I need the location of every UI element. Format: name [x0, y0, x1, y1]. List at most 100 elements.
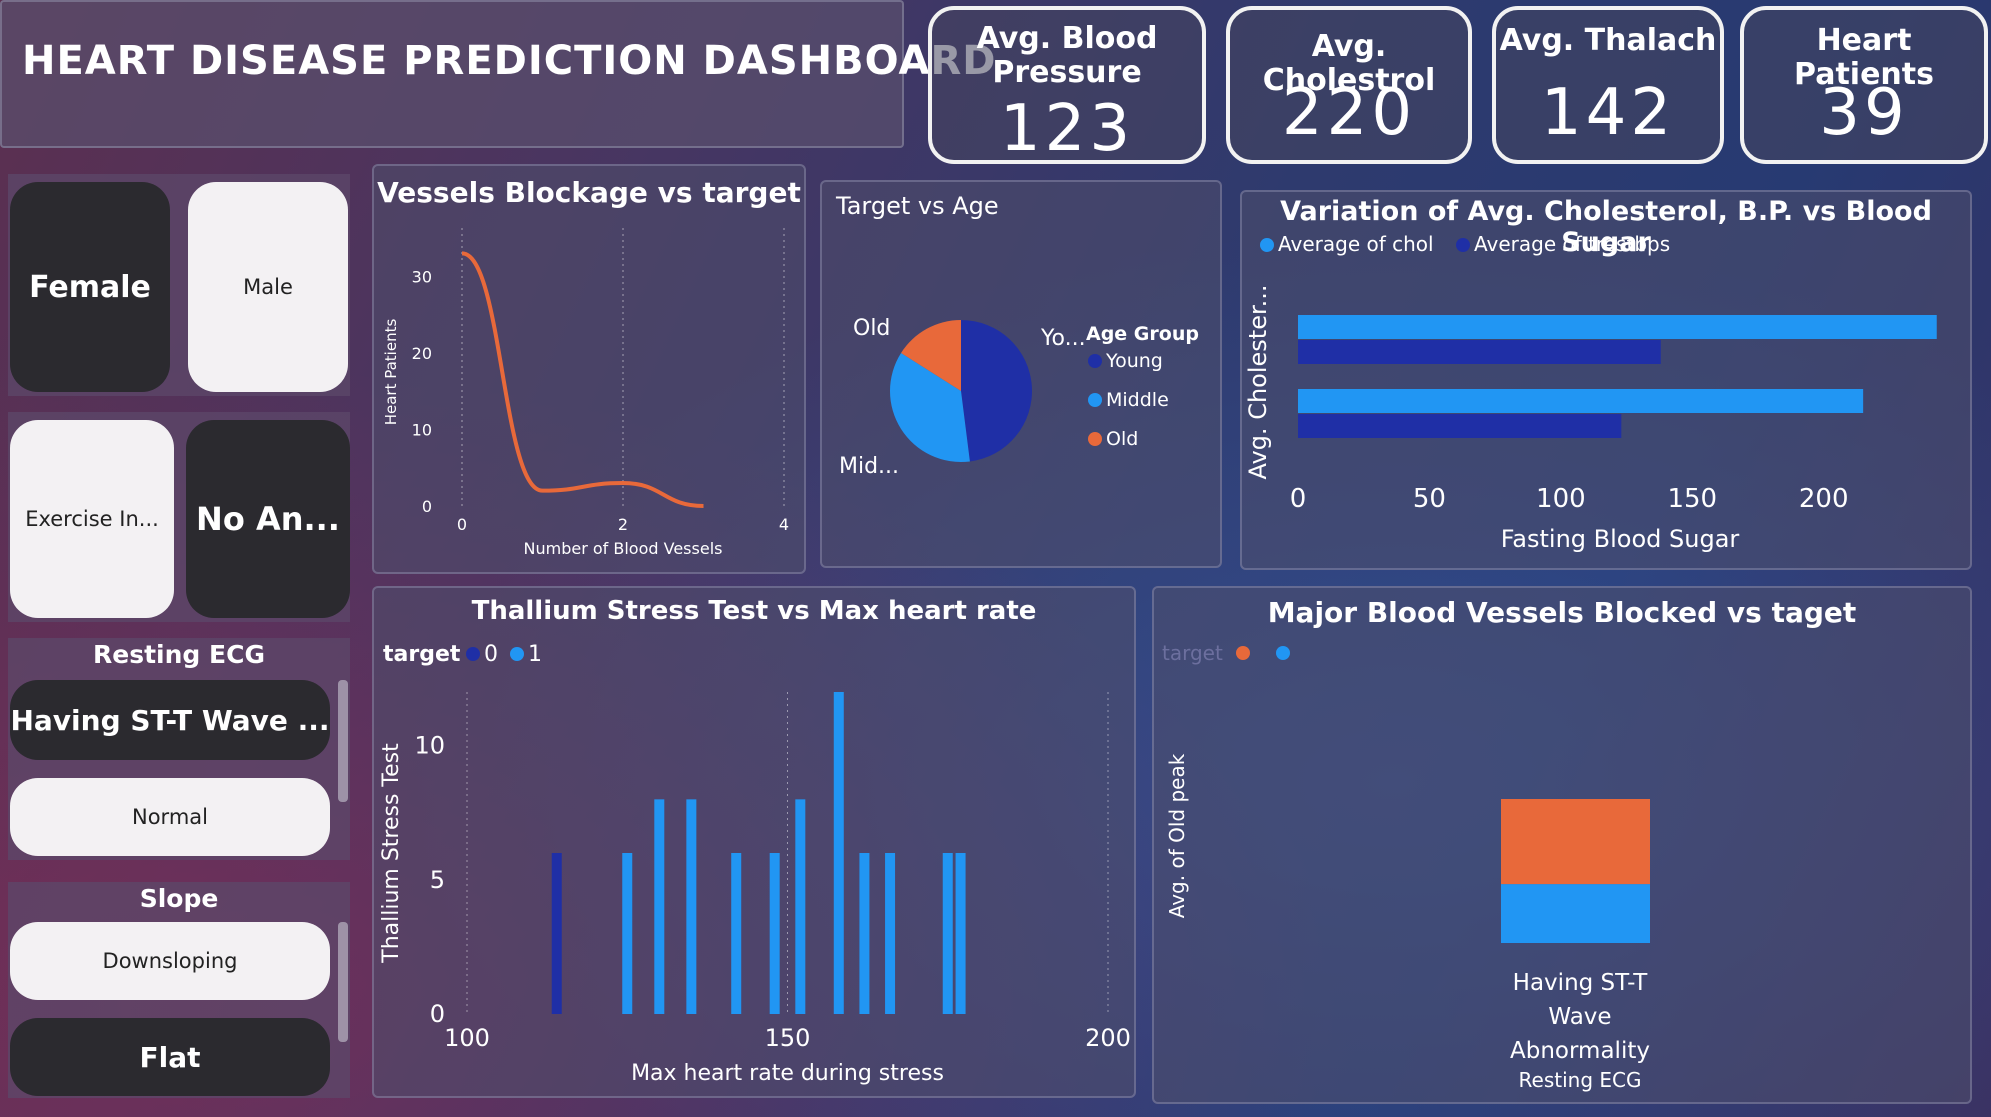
bar: [859, 853, 870, 1014]
bar: [885, 853, 896, 1014]
x-axis-label: Resting ECG: [1519, 1068, 1642, 1092]
legend-label: Average of trestbps: [1474, 232, 1670, 256]
x-tick-label: 100: [444, 1024, 490, 1052]
legend-marker: [1236, 646, 1250, 660]
bar-trestbps: [1298, 414, 1622, 438]
bar-trestbps: [1298, 340, 1661, 364]
x-tick-label: 150: [765, 1024, 811, 1052]
legend-label: 1: [528, 642, 542, 667]
legend-title: target: [1162, 641, 1223, 665]
legend-marker: [1088, 432, 1102, 446]
cholesterol-bar-chart: Average of chol Average of trestbps 0 50 100…: [1244, 232, 1937, 553]
legend-marker: [1088, 393, 1102, 407]
x-tick-label: 100: [1536, 484, 1586, 514]
kpi-label: Avg. Blood Pressure: [976, 21, 1158, 90]
legend-title: target: [383, 642, 461, 667]
pie-slice-young: [961, 320, 1033, 462]
resting-ecg-scrollbar[interactable]: [338, 680, 348, 802]
title-banner: HEART DISEASE PREDICTION DASHBOARD: [0, 0, 996, 148]
vessels-line-chart: 0 2 4 0 10 20 30 Number of Blood Vessels Heart P…: [382, 228, 789, 558]
slicer-item-normal[interactable]: Normal: [10, 778, 330, 856]
legend-label: Middle: [1106, 389, 1169, 411]
y-tick-label: 10: [414, 732, 445, 760]
kpi-card-blood-pressure: Avg. Blood Pressure 123: [928, 6, 1206, 166]
bar: [795, 799, 806, 1014]
legend-label: Old: [1106, 428, 1138, 450]
x-tick-label: 2: [618, 515, 628, 534]
legend-title: Age Group: [1086, 323, 1199, 345]
slicer-item-downsloping[interactable]: Downsloping: [10, 922, 330, 1000]
y-tick-label: 20: [412, 344, 432, 363]
bar: [686, 799, 697, 1014]
bar: [955, 853, 966, 1014]
y-axis-label: Avg. Cholester...: [1244, 284, 1272, 479]
bar: [769, 853, 780, 1014]
page-title: HEART DISEASE PREDICTION DASHBOARD: [22, 38, 997, 84]
slicer-item-flat[interactable]: Flat: [10, 1018, 330, 1096]
legend-marker: [1276, 646, 1290, 660]
major-vessels-chart-panel: Major Blood Vessels Blocked vs taget tar…: [1152, 586, 1972, 1104]
slope-title: Slope: [139, 884, 219, 913]
bar: [622, 853, 633, 1014]
age-pie-chart: Yo... Mid... Old Age Group Young Middle Old: [839, 316, 1199, 479]
category-label: Having ST-T: [1513, 970, 1649, 996]
series-line: [461, 251, 704, 508]
bar-chol: [1298, 389, 1864, 413]
y-axis-label: Heart Patients: [382, 319, 400, 426]
bar: [654, 799, 665, 1014]
legend-label: 0: [484, 642, 498, 667]
x-tick-label: 200: [1799, 484, 1849, 514]
y-tick-label: 5: [430, 866, 445, 894]
category-label: Abnormality: [1510, 1038, 1650, 1064]
bar: [942, 853, 953, 1014]
legend-label: Young: [1105, 350, 1163, 372]
x-tick-label: 0: [457, 515, 467, 534]
resting-ecg-title: Resting ECG: [93, 640, 265, 669]
x-tick-label: 150: [1667, 484, 1717, 514]
slicer-item-exercise-induced[interactable]: Exercise In...: [10, 420, 174, 618]
legend-marker: [510, 647, 524, 661]
bar: [731, 853, 742, 1014]
x-axis-label: Max heart rate during stress: [631, 1061, 944, 1086]
kpi-value: 142: [1540, 76, 1676, 150]
kpi-value: 39: [1819, 76, 1909, 150]
slicer-item-st-t-wave[interactable]: Having ST-T Wave ...: [10, 680, 330, 760]
kpi-value: 123: [999, 92, 1135, 166]
kpi-card-thalach: Avg. Thalach 142: [1492, 6, 1724, 164]
thallium-chart-panel: Thallium Stress Test vs Max heart rate t…: [372, 586, 1136, 1098]
vessels-chart-panel: Vessels Blockage vs target 0 2 4 0 10 20 30 Num…: [372, 164, 806, 574]
y-tick-label: 10: [412, 420, 432, 439]
x-tick-label: 200: [1085, 1024, 1131, 1052]
legend-marker: [1260, 238, 1274, 252]
kpi-card-cholesterol: Avg. Cholestrol 220: [1226, 6, 1472, 164]
stacked-bar-segment: [1501, 799, 1650, 885]
slope-scrollbar[interactable]: [338, 922, 348, 1042]
y-axis-label: Avg. of Old peak: [1165, 753, 1189, 918]
major-vessels-stacked-chart: target Having ST-T Wave Abnormality Resting …: [1162, 641, 1650, 1092]
category-label: Wave: [1548, 1004, 1611, 1030]
x-axis-label: Number of Blood Vessels: [524, 539, 723, 558]
slicer-item-female[interactable]: Female: [10, 182, 170, 392]
cholesterol-chart-panel: Variation of Avg. Cholesterol, B.P. vs B…: [1240, 190, 1972, 570]
slice-label: Yo...: [1040, 326, 1086, 351]
thallium-bar-chart: target 0 1 100 150 200 0 5 10 Max heart rate duri…: [379, 642, 1131, 1086]
slice-label: Old: [853, 316, 890, 341]
y-tick-label: 0: [430, 1000, 445, 1028]
x-axis-label: Fasting Blood Sugar: [1501, 525, 1740, 553]
stacked-bar-segment: [1501, 884, 1650, 943]
legend-marker: [466, 647, 480, 661]
x-tick-label: 0: [1290, 484, 1307, 514]
slice-label: Mid...: [839, 454, 899, 479]
bar: [551, 853, 562, 1014]
slicer-item-male[interactable]: Male: [188, 182, 348, 392]
slicer-item-no-angina[interactable]: No An...: [186, 420, 350, 618]
y-tick-label: 30: [412, 267, 432, 286]
legend-marker: [1088, 354, 1102, 368]
x-tick-label: 4: [779, 515, 789, 534]
legend-marker: [1456, 238, 1470, 252]
y-axis-label: Thallium Stress Test: [379, 743, 404, 964]
kpi-value: 220: [1281, 76, 1417, 150]
legend-label: Average of chol: [1278, 232, 1434, 256]
age-pie-panel: Target vs Age Yo... Mid... Old Age Group You…: [820, 180, 1222, 568]
x-tick-label: 50: [1413, 484, 1446, 514]
